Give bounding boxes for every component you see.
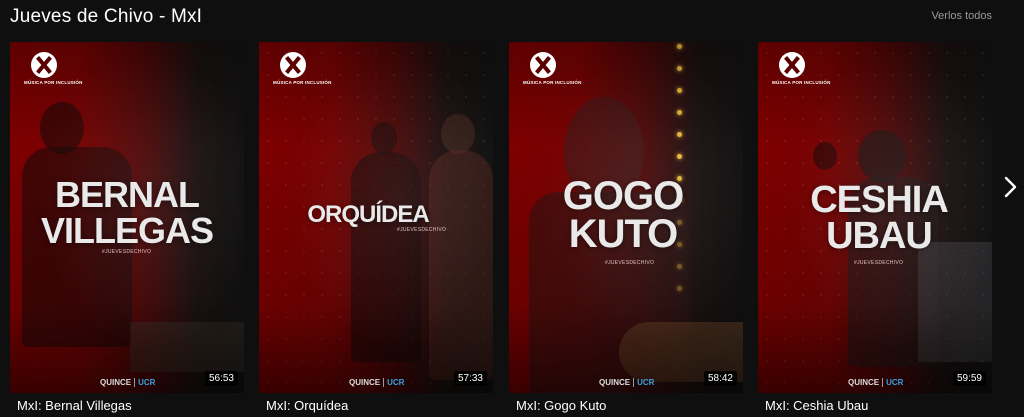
x-logo-icon: [31, 52, 57, 78]
poster-artist-name: GOGO KUTO: [562, 174, 684, 256]
poster-artist-name: ORQUÍDEA: [307, 201, 429, 228]
video-title[interactable]: MxI: Bernal Villegas: [17, 398, 132, 413]
video-thumbnail[interactable]: MÚSICA POR INCLUSIÓN BERNAL VILLEGAS #JU…: [10, 42, 244, 393]
poster-hashtag: #JUEVESDECHIVO: [854, 260, 904, 266]
poster-artist-name: CESHIA UBAU: [810, 179, 949, 257]
music-inclusion-logo: MÚSICA POR INCLUSIÓN: [273, 52, 332, 85]
duration-badge: 59:59: [952, 371, 986, 386]
chevron-right-icon[interactable]: [1000, 174, 1020, 200]
video-card-bernal-villegas[interactable]: MÚSICA POR INCLUSIÓN BERNAL VILLEGAS #JU…: [10, 42, 244, 413]
duration-badge: 56:53: [204, 371, 238, 386]
video-title[interactable]: MxI: Ceshia Ubau: [765, 398, 868, 413]
poster-hashtag: #JUEVESDECHIVO: [605, 260, 655, 266]
music-inclusion-logo: MÚSICA POR INCLUSIÓN: [24, 52, 83, 85]
video-title[interactable]: MxI: Orquídea: [266, 398, 348, 413]
x-logo-icon: [280, 52, 306, 78]
broadcaster-logo: QUINCE UCR: [100, 378, 156, 387]
duration-badge: 57:33: [453, 371, 487, 386]
see-all-link[interactable]: Verlos todos: [931, 10, 992, 22]
video-card-orquidea[interactable]: MÚSICA POR INCLUSIÓN ORQUÍDEA #JUEVESDEC…: [259, 42, 493, 413]
broadcaster-logo: QUINCE UCR: [848, 378, 904, 387]
broadcaster-logo: QUINCE UCR: [599, 378, 655, 387]
x-logo-icon: [530, 52, 556, 78]
poster-hashtag: #JUEVESDECHIVO: [102, 249, 152, 255]
logo-text: MÚSICA POR INCLUSIÓN: [24, 80, 83, 85]
music-inclusion-logo: MÚSICA POR INCLUSIÓN: [523, 52, 582, 85]
video-card-gogo-kuto[interactable]: MÚSICA POR INCLUSIÓN GOGO KUTO #JUEVESDE…: [509, 42, 743, 413]
row-title: Jueves de Chivo - MxI: [10, 6, 203, 27]
video-card-ceshia-ubau[interactable]: MÚSICA POR INCLUSIÓN CESHIA UBAU #JUEVES…: [758, 42, 992, 413]
music-inclusion-logo: MÚSICA POR INCLUSIÓN: [772, 52, 831, 85]
video-thumbnail[interactable]: MÚSICA POR INCLUSIÓN CESHIA UBAU #JUEVES…: [758, 42, 992, 393]
poster-hashtag: #JUEVESDECHIVO: [397, 227, 447, 233]
logo-text: MÚSICA POR INCLUSIÓN: [772, 80, 831, 85]
video-title[interactable]: MxI: Gogo Kuto: [516, 398, 606, 413]
video-thumbnail[interactable]: MÚSICA POR INCLUSIÓN GOGO KUTO #JUEVESDE…: [509, 42, 743, 393]
broadcaster-logo: QUINCE UCR: [349, 378, 405, 387]
x-logo-icon: [779, 52, 805, 78]
poster-artist-name: BERNAL VILLEGAS: [40, 174, 214, 251]
video-thumbnail[interactable]: MÚSICA POR INCLUSIÓN ORQUÍDEA #JUEVESDEC…: [259, 42, 493, 393]
video-carousel: MÚSICA POR INCLUSIÓN BERNAL VILLEGAS #JU…: [10, 42, 1000, 417]
duration-badge: 58:42: [703, 371, 737, 386]
logo-text: MÚSICA POR INCLUSIÓN: [273, 80, 332, 85]
logo-text: MÚSICA POR INCLUSIÓN: [523, 80, 582, 85]
